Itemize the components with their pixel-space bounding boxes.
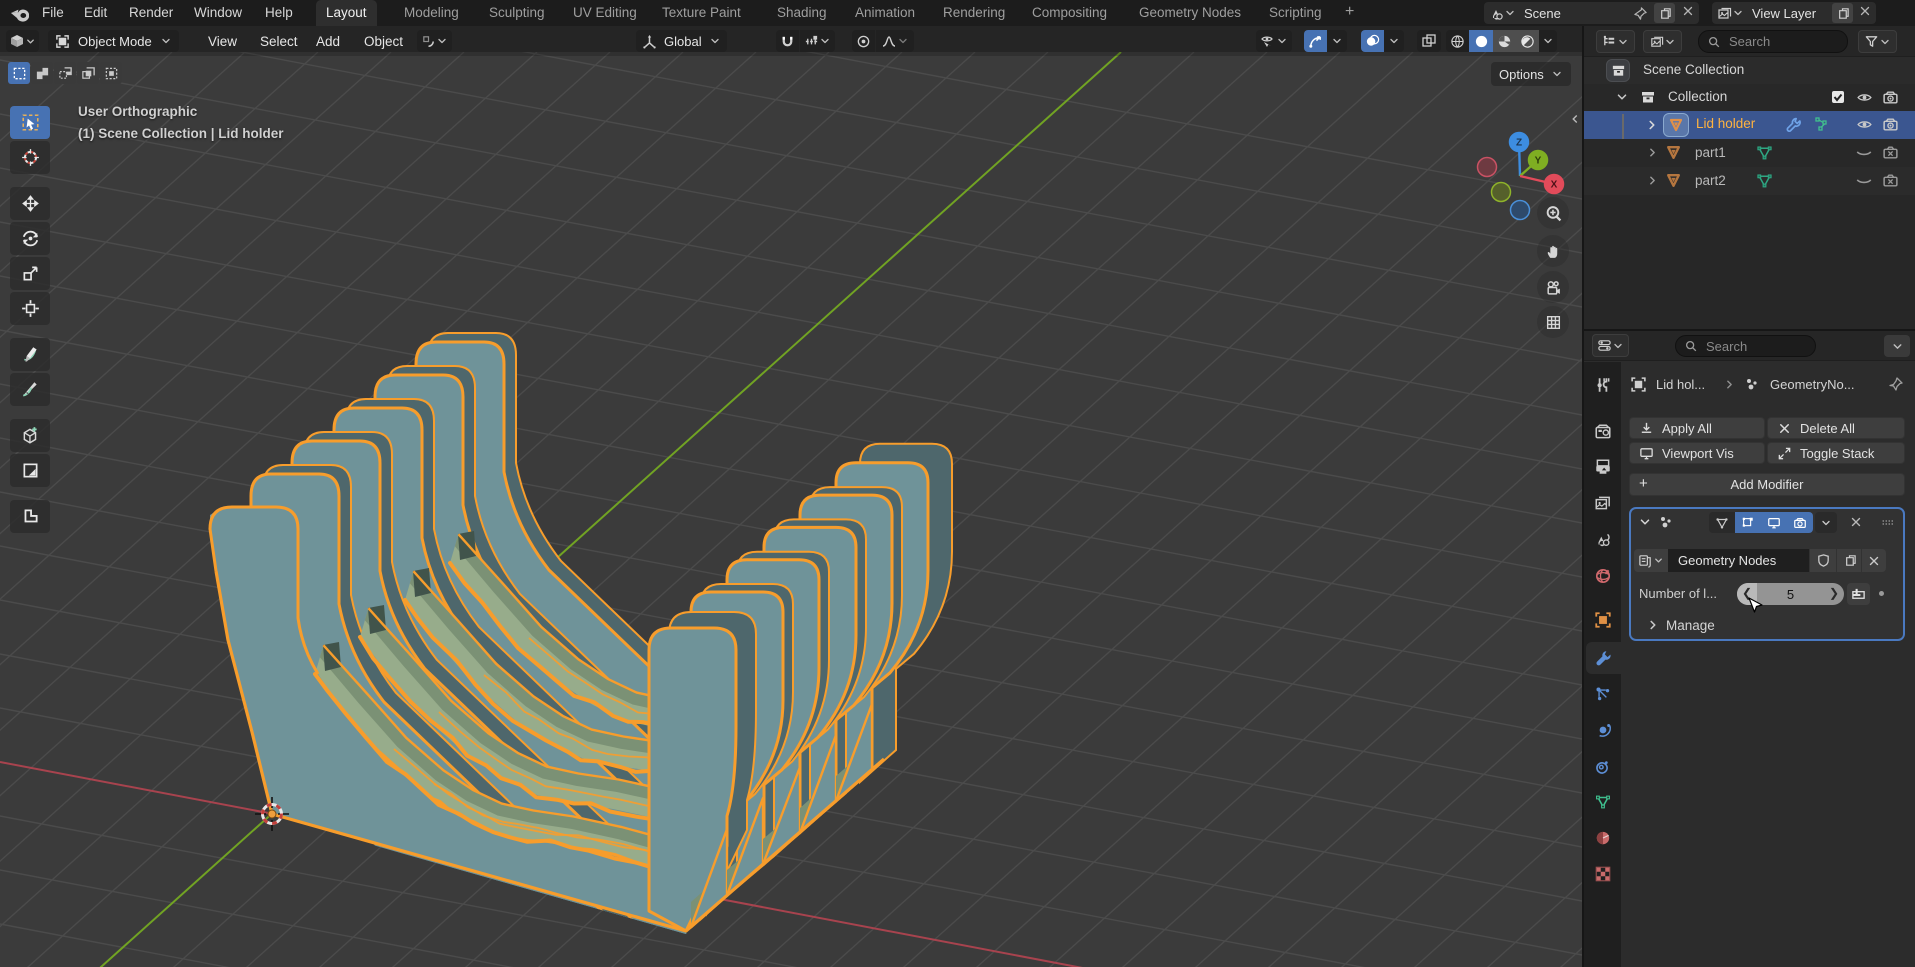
svg-text:X: X xyxy=(1551,180,1558,191)
svg-text:Y: Y xyxy=(1535,156,1542,167)
svg-text:Z: Z xyxy=(1516,138,1522,149)
